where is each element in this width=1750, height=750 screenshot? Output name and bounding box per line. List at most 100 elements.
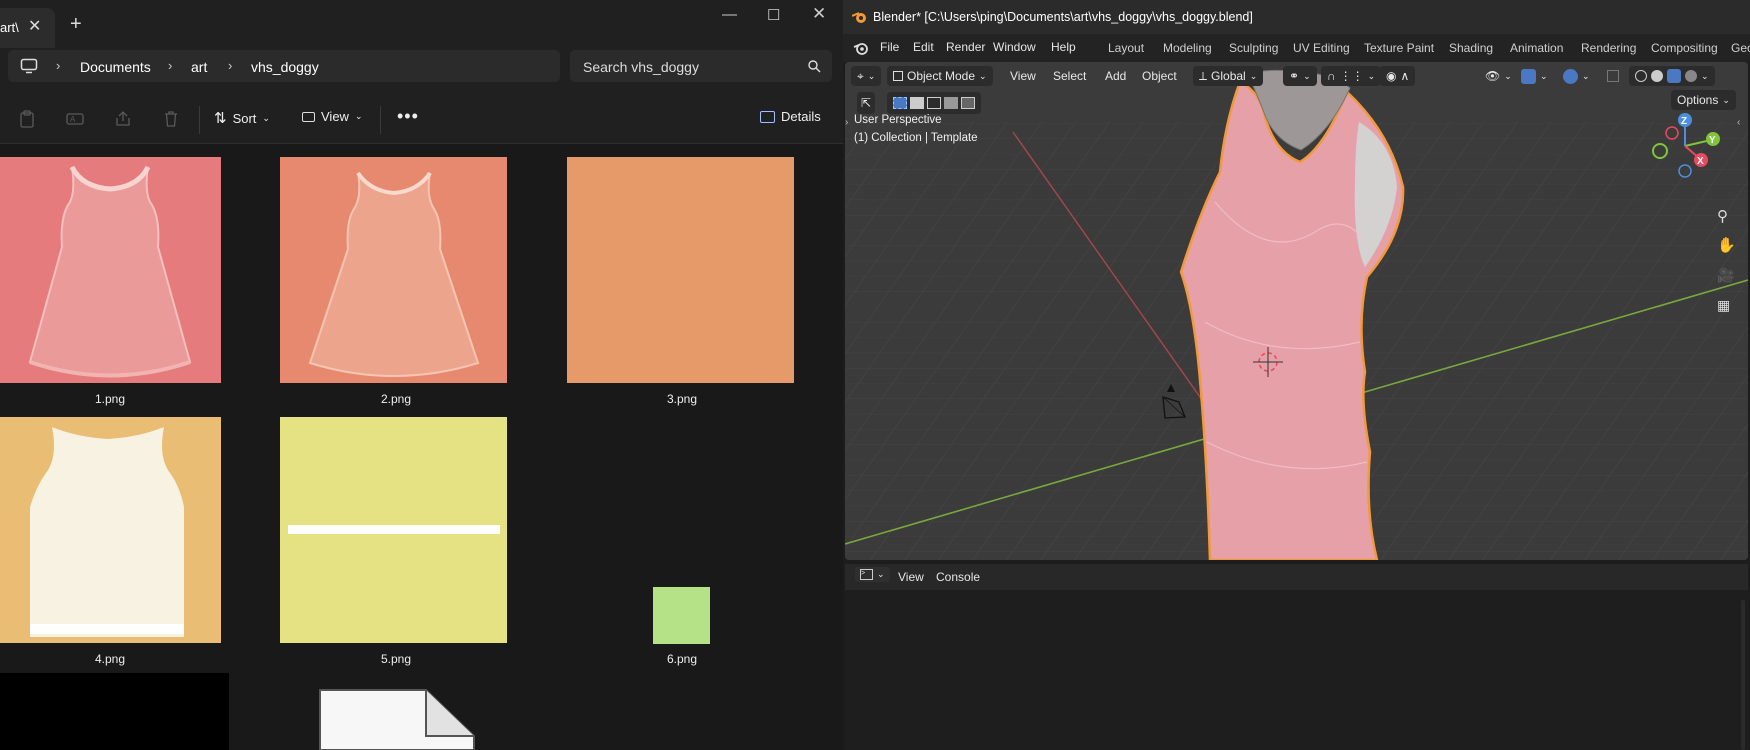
transform-orientation-dropdown[interactable]: ⟂ Global ⌄	[1193, 66, 1264, 86]
menu-file[interactable]: File	[880, 40, 899, 54]
workspace-tab-compositing[interactable]: Compositing	[1651, 41, 1718, 55]
xray-toggle[interactable]	[1607, 66, 1619, 86]
shading-mode-buttons[interactable]: ⌄	[1629, 66, 1715, 86]
breadcrumb-vhs-doggy[interactable]: vhs_doggy	[251, 59, 319, 75]
explorer-tab[interactable]: art\ ✕	[0, 8, 55, 48]
mode-dropdown[interactable]: Object Mode ⌄	[887, 66, 993, 86]
rendered-shading-icon[interactable]	[1685, 70, 1697, 82]
visibility-dropdown[interactable]: 👁 ⌄	[1485, 66, 1512, 86]
perspective-toggle-icon[interactable]: ▦	[1717, 297, 1730, 314]
file-thumbnail[interactable]	[0, 417, 221, 643]
solid-shading-icon[interactable]	[1651, 70, 1663, 82]
editor-type-dropdown[interactable]: ⌖ ⌄	[851, 66, 882, 86]
workspace-tab-modeling[interactable]: Modeling	[1163, 41, 1212, 55]
editor-type-dropdown[interactable]: > ⌄	[855, 567, 890, 582]
close-window-icon[interactable]: ✕	[812, 4, 826, 24]
breadcrumb-art[interactable]: art	[191, 59, 207, 75]
search-input[interactable]: Search vhs_doggy	[583, 59, 699, 75]
sort-icon: ⇅	[214, 110, 227, 127]
blender-menu-icon[interactable]	[853, 40, 869, 56]
snap-toggle[interactable]: ∩ ⋮⋮ ⌄	[1321, 66, 1382, 86]
camera-view-icon[interactable]: 🎥	[1717, 267, 1734, 284]
viewport-menu-object[interactable]: Object	[1142, 66, 1177, 86]
details-button[interactable]: Details	[760, 109, 821, 124]
sidebar-expand-icon[interactable]: ‹	[1737, 117, 1740, 128]
select-tool-button[interactable]: ⇱	[857, 92, 876, 114]
menu-edit[interactable]: Edit	[913, 40, 934, 54]
rename-icon[interactable]: A	[66, 110, 84, 128]
search-box[interactable]: Search vhs_doggy	[570, 50, 832, 82]
address-bar[interactable]: › Documents › art › vhs_doggy	[8, 50, 560, 82]
menu-window[interactable]: Window	[993, 40, 1036, 54]
file-thumbnail[interactable]	[318, 688, 476, 750]
gizmo-toggle[interactable]: ⌄	[1521, 66, 1548, 86]
chevron-down-icon: ⌄	[1540, 70, 1548, 81]
navigation-gizmo[interactable]: Z Y X	[1645, 110, 1725, 182]
viewport-menu-add[interactable]: Add	[1105, 66, 1126, 86]
pan-hand-icon[interactable]: ✋	[1717, 236, 1736, 254]
console-menu-view[interactable]: View	[898, 570, 924, 584]
viewport-scene[interactable]	[845, 62, 1748, 560]
select-invert-icon[interactable]	[944, 97, 958, 109]
minimize-icon[interactable]: —	[722, 6, 737, 23]
workspace-tab-animation[interactable]: Animation	[1510, 41, 1563, 55]
file-thumbnail[interactable]	[0, 673, 229, 750]
blender-topbar: File Edit Render Window Help Layout Mode…	[843, 34, 1750, 62]
view-button[interactable]: View ⌄	[302, 109, 363, 124]
viewport-menu-view[interactable]: View	[1010, 66, 1036, 86]
workspace-tab-layout[interactable]: Layout	[1108, 41, 1144, 55]
blender-logo-icon	[852, 12, 866, 23]
console-scrollbar[interactable]	[1741, 600, 1745, 750]
breadcrumb-documents[interactable]: Documents	[80, 59, 151, 75]
file-name: 4.png	[94, 652, 126, 666]
chevron-down-icon: ⌄	[1582, 70, 1590, 81]
select-intersect-icon[interactable]	[961, 97, 975, 109]
pivot-point-dropdown[interactable]: ⚭ ⌄	[1283, 66, 1317, 86]
share-icon[interactable]	[114, 110, 132, 128]
tab-close-icon[interactable]: ✕	[28, 16, 41, 36]
delete-icon[interactable]	[162, 110, 180, 128]
menu-render[interactable]: Render	[946, 40, 985, 54]
select-subtract-icon[interactable]	[927, 97, 941, 109]
file-thumbnail[interactable]	[0, 157, 221, 383]
maximize-icon[interactable]: ☐	[767, 6, 780, 24]
details-label: Details	[781, 109, 821, 124]
select-new-icon[interactable]	[893, 97, 907, 109]
workspace-tab-uv-editing[interactable]: UV Editing	[1293, 41, 1350, 55]
sort-button[interactable]: ⇅ Sort ⌄	[214, 109, 270, 127]
new-tab-icon[interactable]: +	[70, 14, 82, 34]
zoom-icon[interactable]: ⚲	[1717, 207, 1728, 225]
python-console-area[interactable]: > ⌄ View Console	[845, 564, 1748, 750]
wireframe-shading-icon[interactable]	[1635, 70, 1647, 82]
file-thumbnail[interactable]	[280, 417, 507, 643]
console-menu-console[interactable]: Console	[936, 570, 980, 584]
workspace-tab-texture-paint[interactable]: Texture Paint	[1364, 41, 1434, 55]
more-options-icon[interactable]: •••	[397, 106, 419, 127]
gizmo-neg-z-axis[interactable]	[1678, 164, 1692, 178]
file-thumbnail[interactable]	[567, 157, 794, 383]
toolbar-expand-icon[interactable]: ›	[845, 117, 848, 128]
gizmo-neg-x-axis[interactable]	[1665, 126, 1679, 140]
workspace-tab-shading[interactable]: Shading	[1449, 41, 1493, 55]
selection-mode-group[interactable]	[887, 92, 981, 114]
options-dropdown[interactable]: Options ⌄	[1671, 90, 1736, 110]
file-thumbnail[interactable]	[280, 157, 507, 383]
file-thumbnail[interactable]	[653, 587, 710, 644]
chevron-down-icon: ⌄	[867, 70, 876, 81]
file-explorer-window: art\ ✕ + — ☐ ✕ › Documents › art › vhs_d…	[0, 0, 843, 750]
workspace-tab-geometry[interactable]: Geo	[1731, 41, 1750, 55]
proportional-edit-toggle[interactable]: ◉ ∧	[1380, 66, 1416, 86]
view-icon	[302, 111, 315, 122]
paste-icon[interactable]	[18, 110, 36, 128]
menu-help[interactable]: Help	[1051, 40, 1076, 54]
proportional-edit-icon: ◉	[1386, 69, 1397, 83]
workspace-tab-sculpting[interactable]: Sculpting	[1229, 41, 1278, 55]
workspace-tab-rendering[interactable]: Rendering	[1581, 41, 1636, 55]
overlay-toggle[interactable]: ⌄	[1563, 66, 1590, 86]
material-shading-icon[interactable]	[1667, 69, 1681, 83]
gizmo-x-label: X	[1697, 156, 1704, 167]
3d-viewport[interactable]: ⌖ ⌄ Object Mode ⌄ View Select Add Object…	[845, 62, 1748, 560]
viewport-menu-select[interactable]: Select	[1053, 66, 1086, 86]
gizmo-neg-y-axis[interactable]	[1652, 143, 1668, 159]
select-extend-icon[interactable]	[910, 97, 924, 109]
